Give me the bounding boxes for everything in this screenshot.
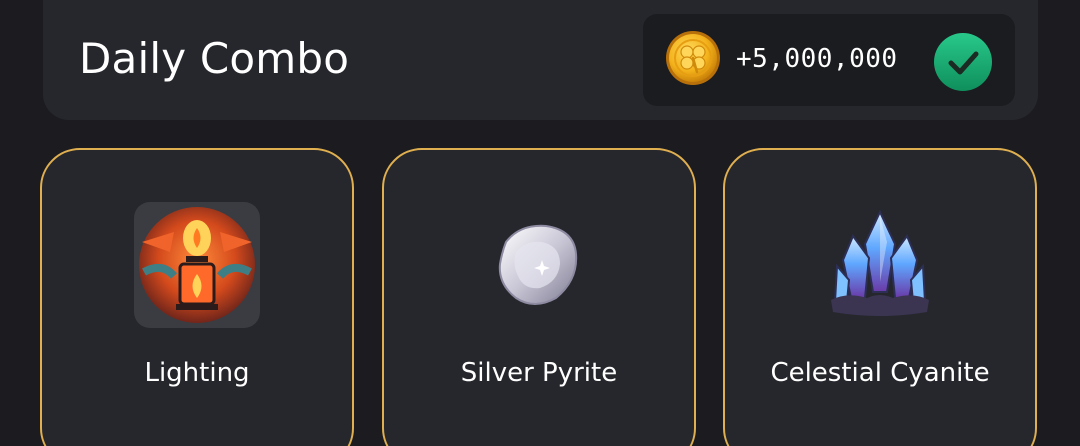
check-circle-icon <box>933 32 993 92</box>
combo-card-celestial-cyanite[interactable]: Celestial Cyanite <box>723 148 1037 446</box>
card-label-celestial-cyanite: Celestial Cyanite <box>770 358 990 388</box>
silver-gem-icon <box>476 202 602 328</box>
daily-combo-header: Daily Combo +5,000,000 <box>43 0 1038 120</box>
page-title: Daily Combo <box>79 34 350 83</box>
lantern-icon <box>134 202 260 328</box>
combo-card-silver-pyrite[interactable]: Silver Pyrite <box>382 148 696 446</box>
crystal-cluster-icon <box>817 202 943 328</box>
coin-icon <box>665 30 721 86</box>
reward-amount: +5,000,000 <box>736 44 898 74</box>
daily-combo-screen: Daily Combo +5,000,000 Lighting Silver P… <box>0 0 1080 446</box>
card-label-lighting: Lighting <box>144 358 250 388</box>
combo-card-lighting[interactable]: Lighting <box>40 148 354 446</box>
reward-badge: +5,000,000 <box>643 14 1015 106</box>
card-label-silver-pyrite: Silver Pyrite <box>460 358 618 388</box>
